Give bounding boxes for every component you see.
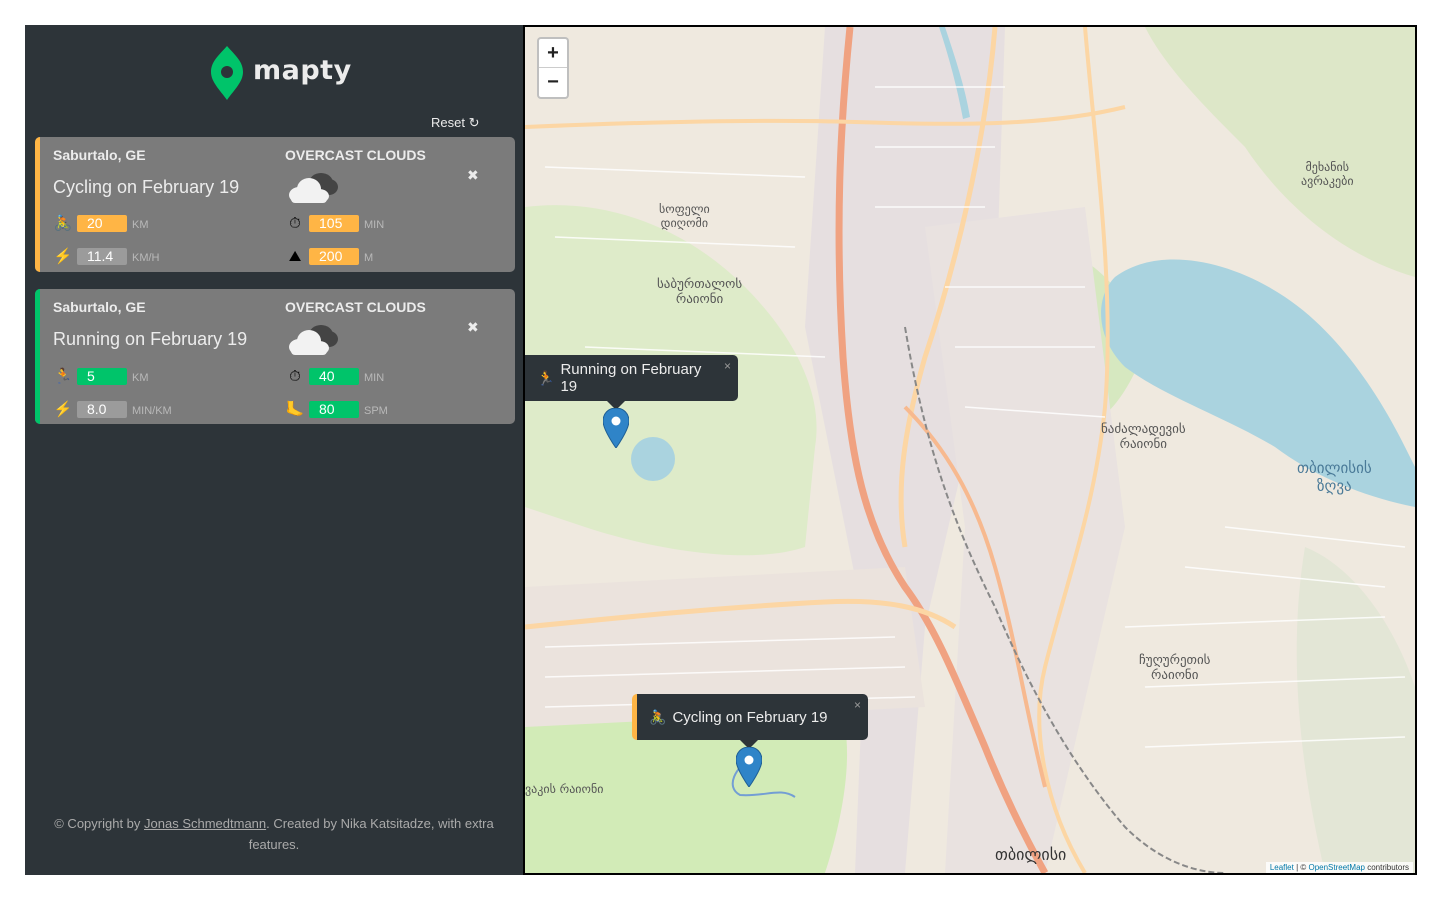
map-label-mekhanis: მეხანის ავრაკები bbox=[1301, 160, 1354, 188]
reset-button[interactable]: Reset ↻ bbox=[431, 115, 479, 131]
map-marker-icon[interactable] bbox=[736, 747, 762, 787]
stat-value: 11.4 bbox=[77, 247, 127, 265]
stat-value: 8.0 bbox=[77, 400, 127, 418]
stat-unit: KM/H bbox=[132, 251, 160, 264]
stat-value: 80 bbox=[309, 400, 359, 418]
workout-title: Cycling on February 19 bbox=[53, 177, 240, 197]
stopwatch-icon: ⏱ bbox=[289, 367, 301, 385]
lightning-icon: ⚡ bbox=[53, 401, 73, 418]
logo-text: mapty bbox=[253, 54, 352, 86]
stat-elevation: ⛰ 200 M bbox=[285, 246, 373, 266]
stat-unit: MIN bbox=[364, 218, 385, 231]
popup-close-button[interactable]: × bbox=[854, 698, 861, 712]
stat-unit: M bbox=[364, 251, 374, 264]
lightning-icon: ⚡ bbox=[53, 248, 73, 265]
attribution-suffix: contributors bbox=[1364, 863, 1409, 872]
map-label-vake: ვაკის რაიონი bbox=[525, 782, 604, 796]
stat-value: 5 bbox=[77, 367, 127, 385]
stat-duration: ⏱ 40 MIN bbox=[285, 366, 384, 386]
app: mapty Reset ↻ Saburtalo, GE OVERCAST CLO… bbox=[25, 25, 1417, 875]
stat-distance: 🚴 20 KM bbox=[53, 213, 149, 233]
map-marker-icon[interactable] bbox=[603, 408, 629, 448]
popup-cycling[interactable]: 🚴 Cycling on February 19 × bbox=[632, 694, 868, 749]
delete-workout-icon[interactable]: ✖ bbox=[467, 319, 479, 336]
map[interactable]: სოფელი დიღომი საბურთალოს რაიონი ნაძალადე… bbox=[523, 25, 1417, 875]
sidebar: mapty Reset ↻ Saburtalo, GE OVERCAST CLO… bbox=[25, 25, 523, 875]
stat-unit: KM bbox=[132, 218, 149, 231]
map-label-tbilisi: თბილისი bbox=[995, 845, 1067, 864]
stat-unit: MIN/KM bbox=[132, 404, 172, 417]
stat-value: 40 bbox=[309, 367, 359, 385]
map-label-saburtalo: საბურთალოს რაიონი bbox=[657, 277, 743, 307]
author-link[interactable]: Jonas Schmedtmann bbox=[144, 816, 266, 831]
map-label-digomi: სოფელი დიღომი bbox=[659, 202, 710, 230]
workout-card-running[interactable]: Saburtalo, GE OVERCAST CLOUDS Running on… bbox=[35, 289, 515, 424]
attribution-separator: | © bbox=[1293, 863, 1309, 872]
copyright-suffix: . Created by Nika Katsitadze, with extra… bbox=[248, 816, 494, 852]
workout-weather: OVERCAST CLOUDS bbox=[285, 299, 426, 315]
runner-icon: 🏃 bbox=[53, 368, 73, 385]
zoom-control: + − bbox=[537, 37, 569, 99]
map-label-chughureti: ჩუღურეთის რაიონი bbox=[1139, 653, 1211, 683]
map-label-tbilisi-sea: თბილისის ზღვა bbox=[1297, 459, 1372, 495]
logo-pin-icon bbox=[211, 46, 243, 100]
stat-unit: SPM bbox=[364, 404, 388, 417]
cyclist-icon: 🚴 bbox=[649, 708, 667, 725]
workout-location: Saburtalo, GE bbox=[53, 299, 146, 315]
delete-workout-icon[interactable]: ✖ bbox=[467, 167, 479, 184]
stat-duration: ⏱ 105 MIN bbox=[285, 213, 384, 233]
zoom-in-button[interactable]: + bbox=[539, 39, 567, 68]
stat-value: 200 bbox=[309, 247, 359, 265]
mountain-icon: ⛰ bbox=[288, 247, 302, 265]
stat-cadence: 🦶 80 SPM bbox=[285, 399, 388, 419]
stat-unit: MIN bbox=[364, 371, 385, 384]
workout-location: Saburtalo, GE bbox=[53, 147, 146, 163]
map-label-nadzaladevi: ნაძალადევის რაიონი bbox=[1101, 422, 1186, 452]
stat-unit: KM bbox=[132, 371, 149, 384]
popup-text: Cycling on February 19 bbox=[672, 708, 828, 726]
copyright: © Copyright by Jonas Schmedtmann. Create… bbox=[45, 813, 503, 855]
leaflet-link[interactable]: Leaflet bbox=[1270, 863, 1294, 872]
workout-weather: OVERCAST CLOUDS bbox=[285, 147, 426, 163]
logo: mapty bbox=[211, 45, 352, 101]
map-attribution: Leaflet | © OpenStreetMap contributors bbox=[1265, 862, 1413, 873]
cloud-icon bbox=[289, 325, 338, 355]
stat-speed: ⚡ 11.4 KM/H bbox=[53, 246, 160, 266]
map-tiles bbox=[525, 27, 1415, 873]
stat-pace: ⚡ 8.0 MIN/KM bbox=[53, 399, 172, 419]
stat-value: 20 bbox=[77, 214, 127, 232]
popup-running[interactable]: 🏃 Running on February 19 × bbox=[525, 355, 738, 410]
workout-title: Running on February 19 bbox=[53, 329, 248, 349]
cyclist-icon: 🚴 bbox=[53, 215, 73, 232]
popup-text: Running on February 19 bbox=[560, 361, 702, 395]
stopwatch-icon: ⏱ bbox=[289, 214, 301, 232]
popup-close-button[interactable]: × bbox=[724, 359, 731, 373]
stat-distance: 🏃 5 KM bbox=[53, 366, 149, 386]
cloud-icon bbox=[289, 173, 338, 203]
foot-icon: 🦶 bbox=[285, 401, 305, 418]
workout-card-cycling[interactable]: Saburtalo, GE OVERCAST CLOUDS Cycling on… bbox=[35, 137, 515, 272]
osm-link[interactable]: OpenStreetMap bbox=[1308, 863, 1364, 872]
runner-icon: 🏃 bbox=[537, 369, 555, 386]
copyright-prefix: © Copyright by bbox=[54, 816, 145, 831]
stat-value: 105 bbox=[309, 214, 359, 232]
zoom-out-button[interactable]: − bbox=[539, 68, 567, 97]
